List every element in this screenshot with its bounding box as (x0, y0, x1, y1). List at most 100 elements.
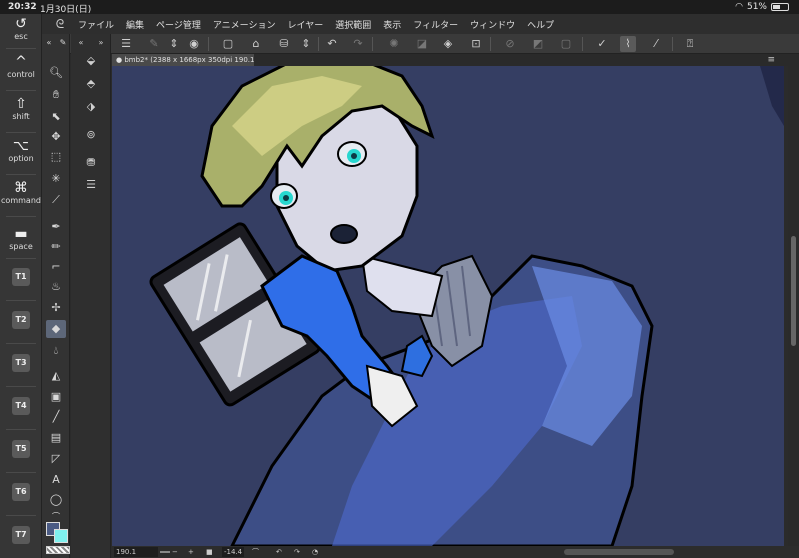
hamburger-menu-icon[interactable]: ☰ (118, 36, 134, 52)
edge-key-t7[interactable]: T7 (0, 526, 42, 544)
auto-select-icon[interactable]: ✳ (46, 170, 66, 188)
chevron-updown-icon[interactable]: ⇕ (166, 36, 182, 52)
object-icon[interactable]: ⬉ (46, 108, 66, 126)
decoration-icon[interactable]: ✢ (46, 299, 66, 317)
soft-eraser-icon[interactable]: ⬘ (81, 75, 101, 93)
artwork (112, 66, 784, 546)
menu-filter[interactable]: フィルター (407, 18, 464, 31)
frame-icon[interactable]: ▤ (46, 429, 66, 447)
menu-animation[interactable]: アニメーション (207, 18, 282, 31)
menu-selection[interactable]: 選択範囲 (329, 18, 377, 31)
scrollbar-thumb[interactable] (791, 236, 796, 346)
vertical-scrollbar[interactable] (788, 66, 799, 546)
eraser-icon[interactable]: ◆ (46, 320, 66, 338)
menu-layer[interactable]: レイヤー (282, 18, 330, 31)
edge-key-t5[interactable]: T5 (0, 440, 42, 458)
transparent-color-swatch[interactable] (46, 546, 70, 554)
canvas[interactable] (112, 66, 784, 546)
edge-key-space[interactable]: ▬ space (0, 226, 42, 251)
save-icon[interactable]: ⛁ (276, 36, 292, 52)
divider (318, 37, 319, 51)
edge-key-t1[interactable]: T1 (0, 268, 42, 286)
app-logo-icon[interactable]: ᘓ (48, 17, 72, 32)
snap-grid-icon[interactable]: ⁄ (648, 36, 664, 52)
brush-icon[interactable]: ⌐ (46, 258, 66, 276)
fill-bucket-icon[interactable]: ◈ (440, 36, 456, 52)
status-bar: 20:32 1月30日(日) ◠ 51% (0, 0, 799, 15)
deselect-icon[interactable]: ⊘ (502, 36, 518, 52)
zoom-in-button[interactable]: + (188, 546, 194, 558)
reset-rotation-icon[interactable]: ◔ (312, 546, 318, 558)
sub-color-swatch[interactable] (54, 529, 68, 543)
tab-menu-icon[interactable]: ≡ (767, 54, 775, 66)
ruler-icon[interactable]: ◸ (46, 450, 66, 468)
edit-icon[interactable]: ✎ (146, 36, 162, 52)
record-icon[interactable]: ◉ (186, 36, 202, 52)
airbrush-icon[interactable]: ♨ (46, 278, 66, 296)
divider (208, 37, 209, 51)
new-file-icon[interactable]: ▢ (220, 36, 236, 52)
clear-icon[interactable]: ◪ (414, 36, 430, 52)
edge-key-t3[interactable]: T3 (0, 354, 42, 372)
snap-special-ruler-icon[interactable]: ⌇ (620, 36, 636, 52)
loading-icon[interactable]: ✺ (386, 36, 402, 52)
balloon-icon[interactable]: ◯ (46, 491, 66, 509)
invert-selection-icon[interactable]: ◩ (530, 36, 546, 52)
redo-icon[interactable]: ↷ (350, 36, 366, 52)
edge-key-shift[interactable]: ⇧ shift (0, 96, 42, 121)
menu-view[interactable]: 表示 (377, 18, 407, 31)
zoom-icon[interactable]: 🔍︎ (46, 64, 66, 82)
blend-icon[interactable]: 💧︎ (46, 342, 66, 360)
divider (6, 300, 36, 301)
zoom-slider[interactable] (160, 551, 170, 553)
eyedropper-icon[interactable]: ⟋ (46, 191, 66, 209)
edge-key-command[interactable]: ⌘ command (0, 180, 42, 205)
pen-icon[interactable]: ✒ (46, 218, 66, 236)
menu-page[interactable]: ページ管理 (150, 18, 207, 31)
undo-icon[interactable]: ↶ (324, 36, 340, 52)
edge-key-t2[interactable]: T2 (0, 311, 42, 329)
fit-button[interactable]: ■ (206, 546, 213, 558)
rough-eraser-icon[interactable]: ⬗ (81, 98, 101, 116)
rotation-value[interactable]: -14.4 (222, 547, 244, 557)
layers-icon[interactable]: ☰ (81, 176, 101, 194)
menu-file[interactable]: ファイル (72, 18, 120, 31)
gradient-icon[interactable]: ▣ (46, 388, 66, 406)
menu-edit[interactable]: 編集 (120, 18, 150, 31)
help-icon[interactable]: ⍰ (682, 36, 698, 52)
snap-ruler-icon[interactable]: ✓ (594, 36, 610, 52)
zoom-out-button[interactable]: − (172, 546, 178, 558)
fill-icon[interactable]: ◭ (46, 367, 66, 385)
collapse-left-icon[interactable]: « (43, 34, 55, 52)
collapse-left-icon[interactable]: « (71, 34, 91, 52)
menu-help[interactable]: ヘルプ (521, 18, 560, 31)
edge-key-control[interactable]: ^ control (0, 54, 42, 79)
divider (490, 37, 491, 51)
transform-icon[interactable]: ⊡ (468, 36, 484, 52)
zoom-value[interactable]: 190.1 (114, 547, 158, 557)
rotate-right-icon[interactable]: ↷ (294, 546, 300, 558)
edge-key-esc[interactable]: ↺ esc (0, 16, 42, 41)
pen-small-icon[interactable]: ✎ (57, 34, 69, 52)
figure-icon[interactable]: ╱ (46, 408, 66, 426)
layer-eraser-icon[interactable]: ⛃ (81, 154, 101, 172)
move-icon[interactable]: ✥ (46, 128, 66, 146)
selection-border-icon[interactable]: ▢ (558, 36, 574, 52)
selection-icon[interactable]: ⬚ (46, 148, 66, 166)
document-tab[interactable]: ● bmb2* (2388 x 1668px 350dpi 190.1%) (112, 54, 254, 66)
edge-key-t6[interactable]: T6 (0, 483, 42, 501)
pencil-icon[interactable]: ✏ (46, 238, 66, 256)
rotation-slider[interactable]: ⌒ (252, 546, 259, 558)
vector-eraser-icon[interactable]: ⊚ (81, 126, 101, 144)
hard-eraser-icon[interactable]: ⬙ (81, 52, 101, 70)
rotate-left-icon[interactable]: ↶ (276, 546, 282, 558)
expand-right-icon[interactable]: » (91, 34, 111, 52)
open-folder-icon[interactable]: ⌂ (248, 36, 264, 52)
edge-key-t4[interactable]: T4 (0, 397, 42, 415)
menu-window[interactable]: ウィンドウ (464, 18, 521, 31)
hand-icon[interactable]: ✋︎ (46, 86, 66, 104)
text-icon[interactable]: A (46, 471, 66, 489)
chevron-updown-icon[interactable]: ⇕ (298, 36, 314, 52)
horizontal-scrollbar[interactable] (564, 549, 674, 555)
edge-key-option[interactable]: ⌥ option (0, 138, 42, 163)
